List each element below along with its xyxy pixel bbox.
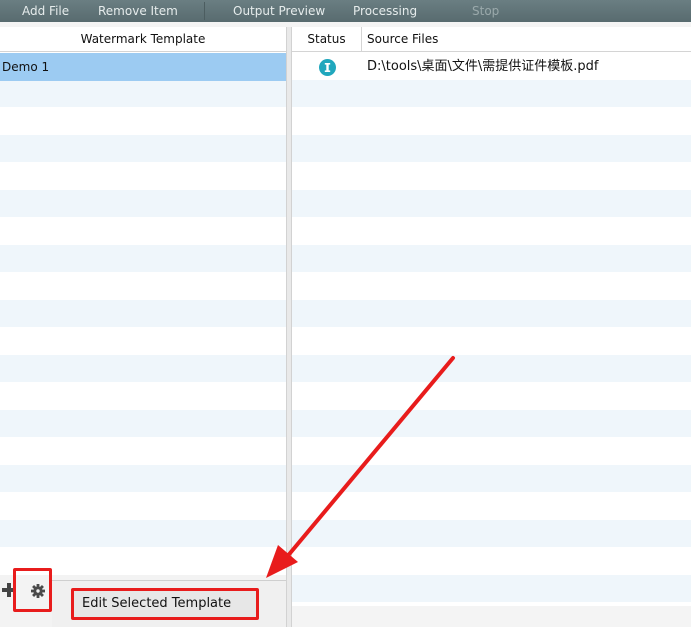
source-files-panel: Status Source Files D:\tools\桌面\文件\需提供证件… <box>292 27 691 606</box>
stop-button[interactable]: Stop <box>472 3 499 19</box>
source-files-column-header[interactable]: Source Files <box>362 27 691 52</box>
file-path: D:\tools\桌面\文件\需提供证件模板.pdf <box>367 59 599 74</box>
template-name: Demo 1 <box>2 60 50 74</box>
settings-highlight-box <box>13 568 52 612</box>
template-list-rows <box>0 52 286 627</box>
remove-item-button[interactable]: Remove Item <box>98 3 178 19</box>
file-list-rows <box>292 52 691 606</box>
edit-selected-template-menu-item[interactable]: Edit Selected Template <box>71 588 259 620</box>
add-file-button[interactable]: Add File <box>22 3 69 19</box>
toolbar: Add File Remove Item Output Preview Proc… <box>0 0 691 22</box>
status-column-header[interactable]: Status <box>292 27 362 52</box>
toolbar-separator <box>204 2 205 20</box>
template-list-panel: Watermark Template Demo 1 <box>0 27 286 627</box>
processing-button[interactable]: Processing <box>353 3 417 19</box>
template-column-header[interactable]: Watermark Template <box>0 27 286 52</box>
template-row-selected[interactable]: Demo 1 <box>0 53 286 81</box>
info-icon <box>319 59 336 76</box>
file-row[interactable]: D:\tools\桌面\文件\需提供证件模板.pdf <box>292 53 691 81</box>
output-preview-button[interactable]: Output Preview <box>233 3 325 19</box>
